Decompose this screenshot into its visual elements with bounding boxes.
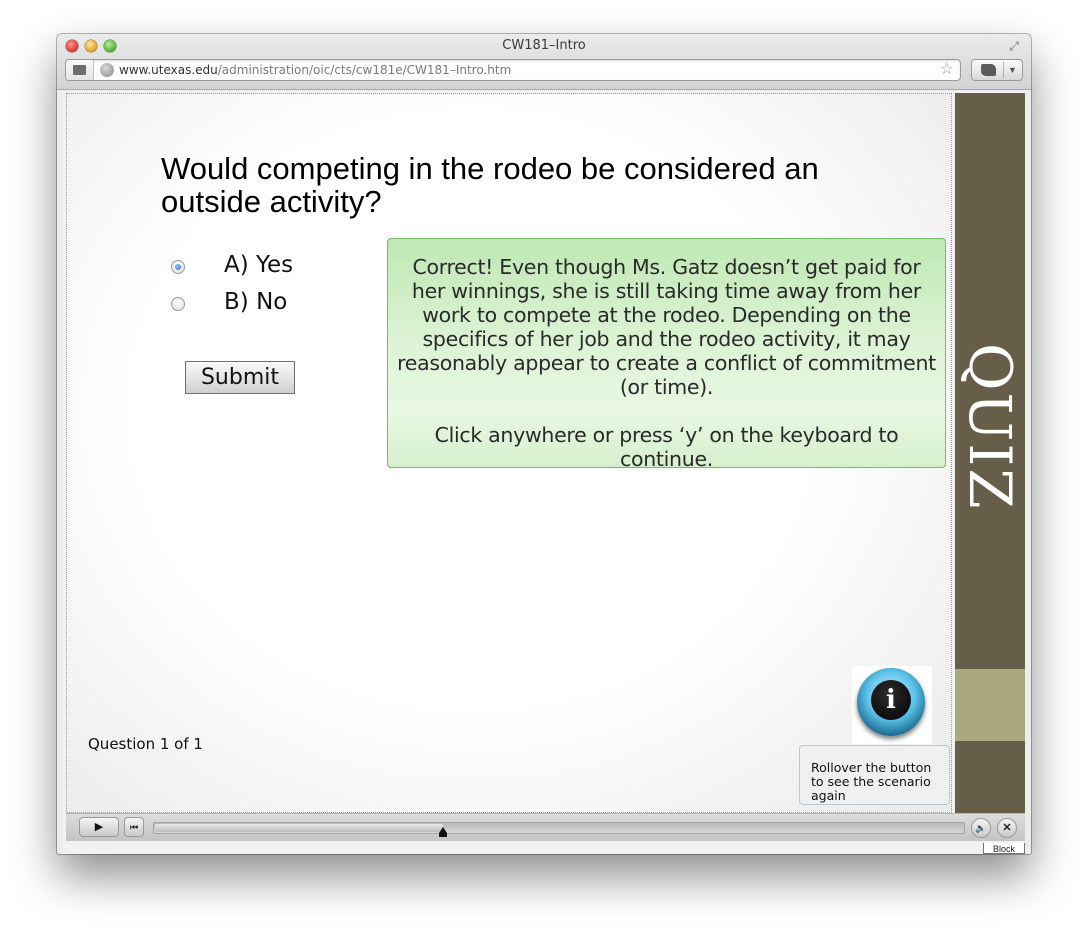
feedback-instruction: Click anywhere or press ‘y’ on the keybo… — [434, 423, 899, 471]
side-panel: QUIZ — [955, 93, 1025, 813]
globe-icon — [100, 63, 114, 77]
page-content: Would competing in the rodeo be consider… — [63, 91, 1025, 854]
extension-button[interactable]: ▼ — [971, 59, 1023, 81]
radio-button-b[interactable] — [171, 297, 185, 311]
window-title: CW181–Intro — [502, 38, 586, 53]
close-player-button[interactable]: ✕ — [997, 818, 1017, 838]
question-counter: Question 1 of 1 — [88, 735, 203, 753]
question-text: Would competing in the rodeo be consider… — [161, 151, 819, 219]
fullscreen-icon[interactable]: ⤢ — [1007, 39, 1021, 53]
radio-button-a[interactable] — [171, 260, 185, 274]
url-host: www.utexas.edu — [119, 63, 218, 77]
feedback-box[interactable]: Correct! Even though Ms. Gatz doesn’t ge… — [387, 238, 946, 471]
option-b-label[interactable]: B) No — [224, 289, 287, 315]
block-tab[interactable]: Block — [983, 843, 1025, 854]
browser-window: CW181–Intro ⤢ www.utexas.edu/administrat… — [57, 34, 1031, 854]
submit-button[interactable]: Submit — [185, 361, 295, 394]
rewind-button[interactable]: ⏮ — [124, 817, 144, 837]
url-path: /administration/oic/cts/cw181e/CW181–Int… — [217, 63, 512, 77]
option-a-label[interactable]: A) Yes — [224, 252, 293, 278]
bookmarks-icon[interactable] — [66, 60, 94, 80]
chevron-down-icon[interactable]: ▼ — [1008, 61, 1017, 79]
player-controls: ▶ ⏮ 🔈 ✕ — [66, 813, 1025, 841]
url-text[interactable]: www.utexas.edu/administration/oic/cts/cw… — [119, 63, 511, 77]
extension-icon — [981, 64, 996, 76]
side-accent-band — [955, 669, 1025, 741]
seek-bar[interactable] — [153, 822, 965, 837]
address-bar[interactable]: www.utexas.edu/administration/oic/cts/cw… — [65, 59, 961, 81]
info-icon[interactable]: i — [857, 668, 925, 736]
feedback-message: Correct! Even though Ms. Gatz doesn’t ge… — [397, 255, 936, 399]
divider — [1003, 62, 1004, 78]
quiz-slide[interactable]: Would competing in the rodeo be consider… — [66, 93, 952, 813]
title-bar: CW181–Intro ⤢ www.utexas.edu/administrat… — [57, 34, 1031, 90]
quiz-label: QUIZ — [956, 343, 1024, 511]
volume-button[interactable]: 🔈 — [971, 818, 991, 838]
seek-bar-progress — [155, 824, 443, 832]
scenario-tooltip: Rollover the button to see the scenario … — [799, 745, 950, 805]
star-icon[interactable]: ☆ — [940, 60, 954, 80]
info-button[interactable]: i — [852, 666, 932, 744]
seek-handle[interactable] — [439, 827, 447, 837]
play-button[interactable]: ▶ — [79, 817, 119, 837]
